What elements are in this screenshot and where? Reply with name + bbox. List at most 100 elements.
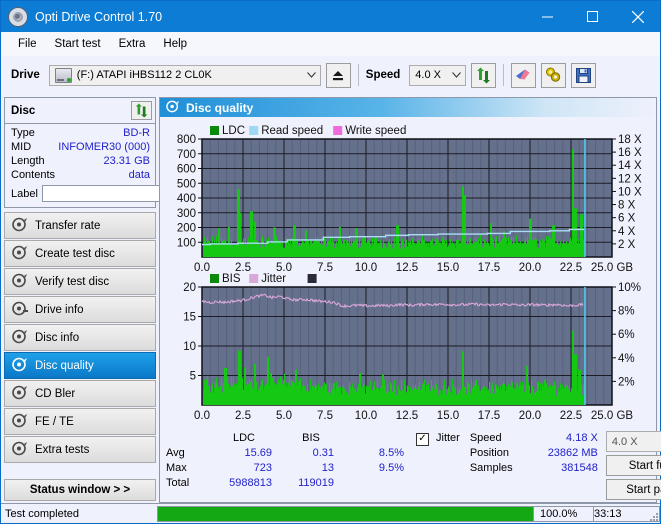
menu-help[interactable]: Help	[154, 35, 196, 53]
stats-total-ldc: 5988813	[229, 477, 272, 489]
window-controls	[525, 1, 660, 32]
start-full-button[interactable]: Start full	[605, 455, 661, 476]
svg-text:17.5: 17.5	[478, 410, 500, 422]
menu-extra[interactable]: Extra	[110, 35, 155, 53]
svg-text:2%: 2%	[618, 376, 635, 388]
close-button[interactable]	[615, 1, 660, 32]
svg-text:100: 100	[177, 237, 196, 249]
sidebar-item-label: Extra tests	[35, 443, 90, 456]
stats-row-max-label: Max	[166, 462, 187, 474]
svg-text:16 X: 16 X	[618, 147, 642, 159]
resize-grip[interactable]	[648, 511, 658, 521]
stats-row-total-label: Total	[166, 477, 190, 489]
sidebar-item-drive-info[interactable]: Drive info	[4, 296, 156, 323]
svg-text:10.0: 10.0	[355, 262, 377, 274]
drive-select[interactable]: (F:) ATAPI iHBS112 2 CL0K	[48, 64, 321, 86]
disc-panel-title: Disc	[11, 104, 36, 117]
svg-text:20: 20	[183, 282, 196, 294]
svg-text:14 X: 14 X	[618, 160, 642, 172]
svg-text:25.0 GB: 25.0 GB	[591, 410, 634, 422]
disc-refresh-button[interactable]	[131, 101, 152, 120]
position-value: 23862 MB	[547, 447, 598, 459]
sidebar-item-label: CD Bler	[35, 387, 76, 400]
toolbar-divider-2	[503, 64, 505, 86]
svg-text:17.5: 17.5	[478, 262, 500, 274]
speed-key: Speed	[469, 432, 502, 444]
title-bar: Opti Drive Control 1.70	[1, 1, 660, 32]
svg-text:12.5: 12.5	[396, 410, 418, 422]
jitter-checkbox[interactable]: ✓	[416, 432, 429, 446]
svg-text:22.5: 22.5	[560, 262, 582, 274]
svg-text:10 X: 10 X	[618, 186, 642, 198]
sidebar-item-verify-test-disc[interactable]: Verify test disc	[4, 268, 156, 295]
progress-percent: 100.0%	[534, 505, 594, 522]
sidebar-item-label: Drive info	[35, 303, 84, 316]
disc-row-length: Length 23.31 GB	[11, 154, 150, 168]
save-button[interactable]	[571, 62, 597, 88]
disc-length-value: 23.31 GB	[103, 155, 150, 167]
menu-bar: File Start test Extra Help	[1, 32, 660, 56]
status-bar: Test completed 100.0% 33:13	[1, 503, 660, 523]
maximize-button[interactable]	[570, 1, 615, 32]
svg-text:10%: 10%	[618, 282, 641, 294]
sidebar-item-disc-quality[interactable]: Disc quality	[4, 352, 156, 379]
disc-icon	[12, 357, 28, 375]
minimize-button[interactable]	[525, 1, 570, 32]
stats-corner	[166, 431, 208, 446]
sidebar-item-extra-tests[interactable]: Extra tests	[4, 436, 156, 463]
menu-start-test[interactable]: Start test	[46, 35, 110, 53]
sidebar: Disc Type BD-R MID INFOMER30 (000) Lengt…	[1, 94, 217, 503]
tools-button[interactable]	[541, 62, 567, 88]
disc-label-label: Label	[11, 187, 38, 200]
refresh-button[interactable]	[471, 62, 497, 88]
sidebar-item-cd-bler[interactable]: CD Bler	[4, 380, 156, 407]
svg-text:400: 400	[177, 193, 196, 205]
svg-text:8 X: 8 X	[618, 200, 636, 212]
toolbar: Drive (F:) ATAPI iHBS112 2 CL0K Speed 4.…	[1, 56, 660, 94]
stats-table: LDC BIS Avg 15.69 0.31 8.5% Max 723 13 9…	[166, 431, 412, 491]
jitter-label: Jitter	[436, 432, 460, 444]
sidebar-item-create-test-disc[interactable]: Create test disc	[4, 240, 156, 267]
stats-max-jitter: 9.5%	[378, 462, 404, 474]
test-speed-value: 4.0 X	[611, 435, 638, 448]
disc-panel: Disc Type BD-R MID INFOMER30 (000) Lengt…	[4, 97, 217, 208]
svg-text:6%: 6%	[618, 329, 635, 341]
svg-text:20.0: 20.0	[519, 410, 541, 422]
test-speed-select[interactable]: 4.0 X	[605, 431, 661, 452]
speed-value: 4.18 X	[566, 432, 598, 444]
svg-text:2.5: 2.5	[235, 410, 251, 422]
disc-mid-label: MID	[11, 141, 32, 153]
svg-text:4%: 4%	[618, 353, 635, 365]
stats-max-ldc: 723	[253, 462, 272, 474]
svg-text:15.0: 15.0	[437, 410, 459, 422]
svg-text:7.5: 7.5	[317, 262, 333, 274]
svg-text:Write speed: Write speed	[345, 125, 406, 137]
stats-avg-ldc: 15.69	[244, 447, 272, 459]
disc-icon	[166, 100, 180, 116]
svg-text:10: 10	[183, 341, 196, 353]
speed-select[interactable]: 4.0 X	[409, 64, 467, 86]
menu-file[interactable]: File	[9, 35, 46, 53]
disc-type-value: BD-R	[123, 127, 150, 139]
eject-button[interactable]	[325, 62, 351, 88]
stats-avg-bis: 0.31	[312, 447, 334, 459]
start-part-button[interactable]: Start part	[605, 479, 661, 500]
svg-text:700: 700	[177, 149, 196, 161]
progress-bar	[157, 505, 534, 522]
erase-button[interactable]	[511, 62, 537, 88]
sidebar-item-label: Disc info	[35, 331, 80, 344]
svg-text:15.0: 15.0	[437, 262, 459, 274]
svg-text:15: 15	[183, 312, 196, 324]
speed-label: Speed	[365, 69, 401, 81]
sidebar-item-disc-info[interactable]: Disc info	[4, 324, 156, 351]
svg-text:18 X: 18 X	[618, 134, 642, 146]
sidebar-item-fe-te[interactable]: FE / TE	[4, 408, 156, 435]
test-controls: 4.0 X Start full Start part	[605, 431, 661, 500]
window-title: Opti Drive Control 1.70	[35, 9, 163, 24]
svg-text:500: 500	[177, 178, 196, 190]
status-window-button[interactable]: Status window > >	[4, 479, 156, 501]
stats-avg-jitter: 8.5%	[378, 447, 404, 459]
position-key: Position	[469, 447, 509, 459]
sidebar-item-transfer-rate[interactable]: Transfer rate	[4, 212, 156, 239]
drive-icon	[54, 67, 72, 83]
